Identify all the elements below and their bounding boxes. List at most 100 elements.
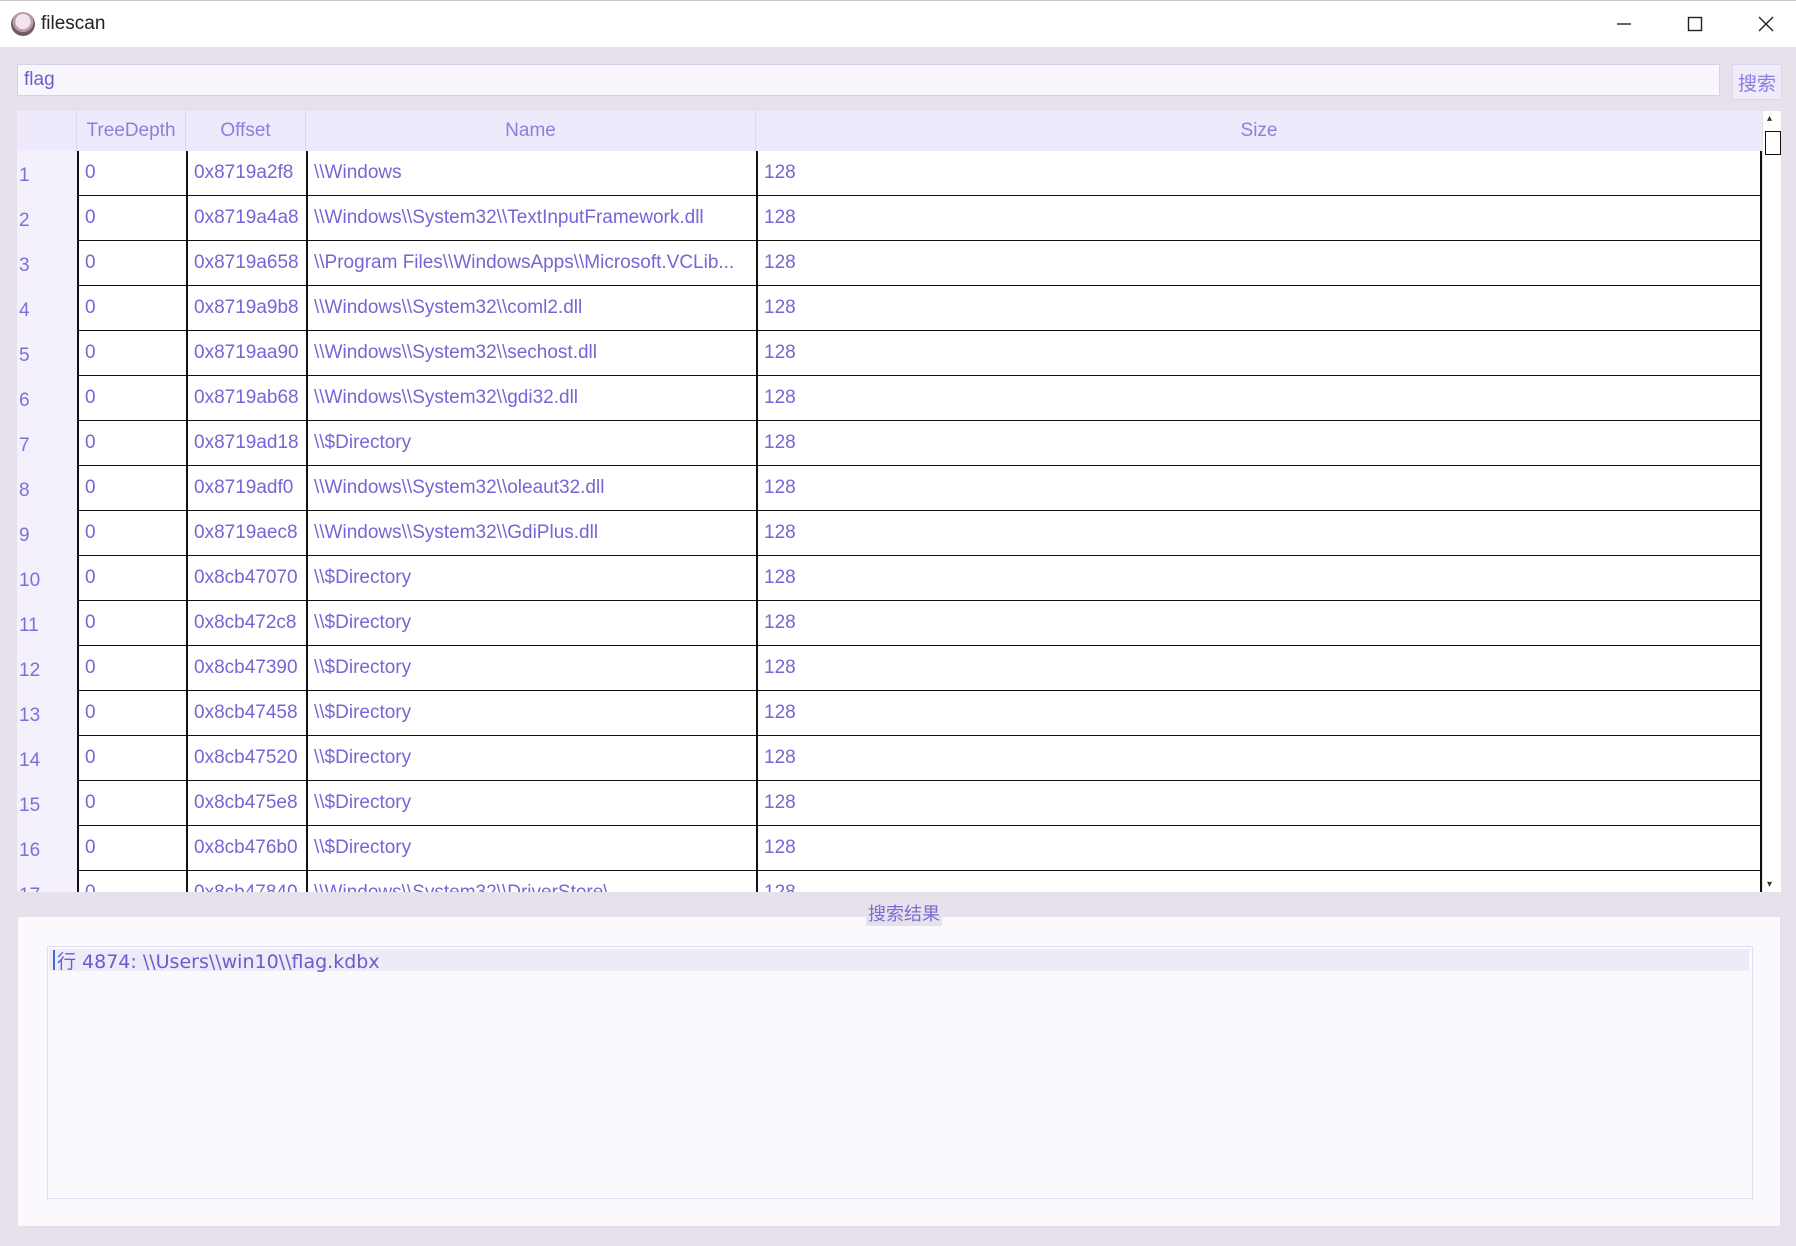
scrollbar-thumb[interactable]: [1765, 131, 1781, 155]
cell-offset[interactable]: 0x8719ad18: [186, 421, 306, 466]
table-row[interactable]: 13 0 0x8cb47458 \\$Directory 128: [17, 691, 1762, 736]
cell-size[interactable]: 128: [756, 736, 1762, 781]
row-number[interactable]: 14: [17, 736, 77, 781]
row-number[interactable]: 7: [17, 421, 77, 466]
row-number[interactable]: 10: [17, 556, 77, 601]
cell-size[interactable]: 128: [756, 466, 1762, 511]
cell-treedepth[interactable]: 0: [77, 466, 186, 511]
row-number[interactable]: 15: [17, 781, 77, 826]
cell-offset[interactable]: 0x8719a2f8: [186, 151, 306, 196]
table-row[interactable]: 16 0 0x8cb476b0 \\$Directory 128: [17, 826, 1762, 871]
cell-offset[interactable]: 0x8cb475e8: [186, 781, 306, 826]
cell-offset[interactable]: 0x8719a4a8: [186, 196, 306, 241]
cell-offset[interactable]: 0x8cb476b0: [186, 826, 306, 871]
cell-size[interactable]: 128: [756, 691, 1762, 736]
cell-treedepth[interactable]: 0: [77, 376, 186, 421]
minimize-button[interactable]: [1589, 1, 1659, 47]
cell-size[interactable]: 128: [756, 871, 1762, 892]
vertical-scrollbar[interactable]: ▴ ▾: [1762, 111, 1781, 892]
cell-treedepth[interactable]: 0: [77, 151, 186, 196]
table-row[interactable]: 3 0 0x8719a658 \\Program Files\\WindowsApps…: [17, 241, 1762, 286]
cell-offset[interactable]: 0x8719aec8: [186, 511, 306, 556]
cell-name[interactable]: \\$Directory: [306, 736, 756, 781]
cell-treedepth[interactable]: 0: [77, 556, 186, 601]
cell-size[interactable]: 128: [756, 646, 1762, 691]
table-row[interactable]: 12 0 0x8cb47390 \\$Directory 128: [17, 646, 1762, 691]
cell-size[interactable]: 128: [756, 286, 1762, 331]
cell-treedepth[interactable]: 0: [77, 286, 186, 331]
row-number[interactable]: 16: [17, 826, 77, 871]
cell-size[interactable]: 128: [756, 241, 1762, 286]
table-row[interactable]: 9 0 0x8719aec8 \\Windows\\System32\\GdiPlus…: [17, 511, 1762, 556]
table-row[interactable]: 1700x8cb47840\\Windows\\System32\\Driver…: [17, 871, 1762, 892]
cell-treedepth[interactable]: 0: [77, 196, 186, 241]
cell-size[interactable]: 128: [756, 781, 1762, 826]
cell-name[interactable]: \\$Directory: [306, 421, 756, 466]
row-number[interactable]: 3: [17, 241, 77, 286]
cell-treedepth[interactable]: 0: [77, 511, 186, 556]
cell-offset[interactable]: 0x8cb47390: [186, 646, 306, 691]
row-number[interactable]: 13: [17, 691, 77, 736]
cell-name[interactable]: \\$Directory: [306, 601, 756, 646]
cell-offset[interactable]: 0x8719aa90: [186, 331, 306, 376]
table-row[interactable]: 10 0 0x8cb47070 \\$Directory 128: [17, 556, 1762, 601]
table-row[interactable]: 11 0 0x8cb472c8 \\$Directory 128: [17, 601, 1762, 646]
row-number[interactable]: 9: [17, 511, 77, 556]
row-number[interactable]: 5: [17, 331, 77, 376]
cell-offset[interactable]: 0x8cb47070: [186, 556, 306, 601]
row-number[interactable]: 17: [17, 871, 77, 892]
cell-treedepth[interactable]: 0: [77, 691, 186, 736]
cell-size[interactable]: 128: [756, 511, 1762, 556]
cell-name[interactable]: \\$Directory: [306, 826, 756, 871]
search-input[interactable]: [17, 64, 1720, 96]
header-size[interactable]: Size: [756, 111, 1762, 151]
header-offset[interactable]: Offset: [186, 111, 306, 151]
table-row[interactable]: 15 0 0x8cb475e8 \\$Directory 128: [17, 781, 1762, 826]
table-row[interactable]: 7 0 0x8719ad18 \\$Directory 128: [17, 421, 1762, 466]
cell-name[interactable]: \\Windows\\System32\\GdiPlus.dll: [306, 511, 756, 556]
maximize-button[interactable]: [1660, 1, 1730, 47]
cell-treedepth[interactable]: 0: [77, 826, 186, 871]
scroll-up-icon[interactable]: ▴: [1767, 113, 1772, 124]
table-row[interactable]: 8 0 0x8719adf0 \\Windows\\System32\\oleaut3…: [17, 466, 1762, 511]
cell-offset[interactable]: 0x8719adf0: [186, 466, 306, 511]
cell-size[interactable]: 128: [756, 826, 1762, 871]
cell-treedepth[interactable]: 0: [77, 646, 186, 691]
cell-size[interactable]: 128: [756, 331, 1762, 376]
cell-size[interactable]: 128: [756, 196, 1762, 241]
cell-size[interactable]: 128: [756, 151, 1762, 196]
cell-offset[interactable]: 0x8cb47520: [186, 736, 306, 781]
cell-name[interactable]: \\Windows\\System32\\oleaut32.dll: [306, 466, 756, 511]
cell-name[interactable]: \\Windows\\System32\\sechost.dll: [306, 331, 756, 376]
row-number[interactable]: 11: [17, 601, 77, 646]
cell-offset[interactable]: 0x8719a658: [186, 241, 306, 286]
cell-treedepth[interactable]: 0: [77, 781, 186, 826]
cell-name[interactable]: \\$Directory: [306, 781, 756, 826]
search-button[interactable]: 搜索: [1732, 64, 1782, 100]
table-row[interactable]: 5 0 0x8719aa90 \\Windows\\System32\\sechost…: [17, 331, 1762, 376]
cell-size[interactable]: 128: [756, 376, 1762, 421]
header-treedepth[interactable]: TreeDepth: [77, 111, 186, 151]
table-row[interactable]: 4 0 0x8719a9b8 \\Windows\\System32\\coml2.d…: [17, 286, 1762, 331]
cell-offset[interactable]: 0x8cb47458: [186, 691, 306, 736]
cell-size[interactable]: 128: [756, 421, 1762, 466]
result-line[interactable]: 行 4874: \\Users\\win10\\flag.kdbx: [49, 949, 1749, 973]
cell-name[interactable]: \\$Directory: [306, 556, 756, 601]
row-number[interactable]: 2: [17, 196, 77, 241]
cell-treedepth[interactable]: 0: [77, 421, 186, 466]
row-number[interactable]: 4: [17, 286, 77, 331]
cell-name[interactable]: \\$Directory: [306, 691, 756, 736]
cell-size[interactable]: 128: [756, 601, 1762, 646]
cell-name[interactable]: \\Windows: [306, 151, 756, 196]
cell-treedepth[interactable]: 0: [77, 241, 186, 286]
cell-treedepth[interactable]: 0: [77, 601, 186, 646]
cell-name[interactable]: \\Windows\\System32\\coml2.dll: [306, 286, 756, 331]
table-row[interactable]: 1 0 0x8719a2f8 \\Windows 128: [17, 151, 1762, 196]
cell-size[interactable]: 128: [756, 556, 1762, 601]
header-name[interactable]: Name: [306, 111, 756, 151]
cell-treedepth[interactable]: 0: [77, 871, 186, 892]
cell-name[interactable]: \\Windows\\System32\\DriverStore\: [306, 871, 756, 892]
cell-name[interactable]: \\Windows\\System32\\gdi32.dll: [306, 376, 756, 421]
table-row[interactable]: 6 0 0x8719ab68 \\Windows\\System32\\gdi32.d…: [17, 376, 1762, 421]
row-number[interactable]: 1: [17, 151, 77, 196]
